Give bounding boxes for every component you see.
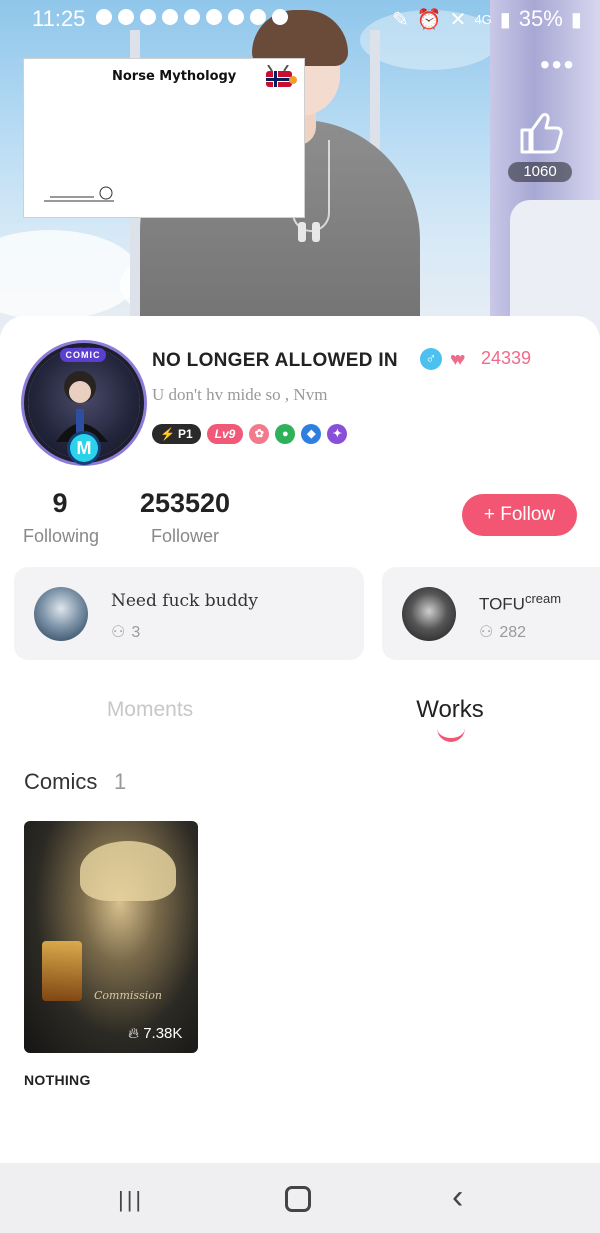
notification-icon — [228, 9, 244, 25]
tab-moments[interactable]: Moments — [90, 698, 210, 722]
cover-text: Commission — [94, 989, 162, 1002]
group-name-sup: cream — [524, 591, 562, 606]
male-icon: ♂ — [420, 348, 442, 370]
pen-icon: ✎ — [392, 8, 409, 31]
comic-cover[interactable]: Commission 🔥︎ 7.38K — [24, 821, 198, 1053]
plus-icon: + — [483, 504, 495, 525]
cover-art-hair — [80, 841, 176, 901]
bio: U don't hv mide so , Nvm — [152, 385, 328, 404]
tab-works[interactable]: Works — [390, 696, 510, 724]
fire-icon: 🔥︎ — [128, 1025, 140, 1042]
avatar-frame-emblem: M — [70, 434, 98, 462]
notification-icon — [184, 9, 200, 25]
rocket-badge-icon[interactable]: ✦ — [327, 424, 348, 444]
group-name: TOFUcream — [479, 591, 561, 615]
like-count: 1060 — [508, 162, 572, 182]
crystal-badge-icon[interactable]: ◆ — [301, 424, 322, 444]
doodle-figure-icon — [44, 186, 114, 202]
group-member-count: ⚇ 3 — [111, 622, 140, 642]
following-label[interactable]: Following — [15, 526, 107, 547]
norway-flag-icon — [266, 65, 297, 87]
bunny-badge-icon[interactable]: ✿ — [249, 424, 270, 444]
username: NO LONGER ALLOWED IN — [152, 350, 398, 371]
follow-label: Follow — [500, 504, 556, 525]
p1-label: P1 — [177, 427, 193, 441]
notification-icon — [206, 9, 222, 25]
profile-banner: Norse Mythology — [23, 58, 305, 218]
thumbs-up-icon — [520, 113, 563, 154]
group-name: Need fuck buddy — [111, 591, 258, 611]
comic-views: 🔥︎ 7.38K — [128, 1025, 182, 1042]
people-icon: ⚇ — [479, 624, 494, 641]
battery-percent: 35% — [518, 6, 563, 31]
mute-icon: ✕ — [449, 8, 467, 31]
notification-icon — [140, 9, 156, 25]
follower-count[interactable]: 253520 — [125, 488, 245, 519]
recents-button[interactable]: ||| — [118, 1187, 144, 1213]
section-title: Comics — [24, 769, 98, 794]
hearts-icon: ♥♥ — [450, 349, 466, 369]
group-member-value: 3 — [131, 624, 141, 641]
dog-tag — [312, 222, 320, 242]
notification-icons — [96, 9, 288, 25]
battery-icon: ▮ — [570, 8, 582, 31]
people-icon: ⚇ — [111, 624, 126, 641]
group-member-value: 282 — [499, 624, 527, 641]
group-avatar — [402, 587, 456, 641]
bolt-icon: ⚡ — [160, 427, 175, 441]
notification-icon — [162, 9, 178, 25]
group-name-main: TOFU — [479, 594, 525, 614]
notification-icon — [250, 9, 266, 25]
more-options-button[interactable]: ••• — [540, 51, 576, 79]
following-count[interactable]: 9 — [30, 488, 90, 519]
group-avatar — [34, 587, 88, 641]
badge-row: ⚡ P1 Lv9 ✿ ● ◆ ✦ — [152, 424, 348, 444]
cloud — [0, 230, 140, 320]
banner-title: Norse Mythology — [112, 69, 237, 84]
follow-button[interactable]: + Follow — [462, 494, 577, 536]
comic-title[interactable]: NOTHING — [24, 1072, 91, 1088]
dog-tag — [298, 222, 306, 242]
level-badge[interactable]: Lv9 — [206, 424, 244, 444]
alarm-icon: ⏰ — [416, 8, 442, 31]
hearts-count: 24339 — [481, 348, 532, 368]
signal-icon: ▮ — [499, 8, 511, 31]
views-value: 7.38K — [143, 1025, 183, 1042]
notification-icon — [272, 9, 288, 25]
avatar-frame-badge: COMIC — [60, 348, 106, 362]
notification-icon — [96, 9, 112, 25]
group-member-count: ⚇ 282 — [479, 622, 526, 642]
notification-icon — [118, 9, 134, 25]
cover-art-glass — [42, 941, 82, 1001]
status-bar: 11:25 ✎ ⏰ ✕ 4G ▮ 35% ▮ — [0, 0, 600, 36]
back-button[interactable]: ‹ — [452, 1180, 463, 1214]
home-button[interactable] — [285, 1186, 311, 1212]
network-label: 4G — [474, 11, 492, 27]
p1-badge[interactable]: ⚡ P1 — [152, 424, 201, 444]
system-icons: ✎ ⏰ ✕ 4G ▮ 35% ▮ — [392, 6, 582, 32]
planet-badge-icon[interactable]: ● — [275, 424, 296, 444]
section-count: 1 — [114, 769, 127, 794]
follower-label[interactable]: Follower — [135, 526, 235, 547]
status-time: 11:25 — [32, 6, 86, 31]
